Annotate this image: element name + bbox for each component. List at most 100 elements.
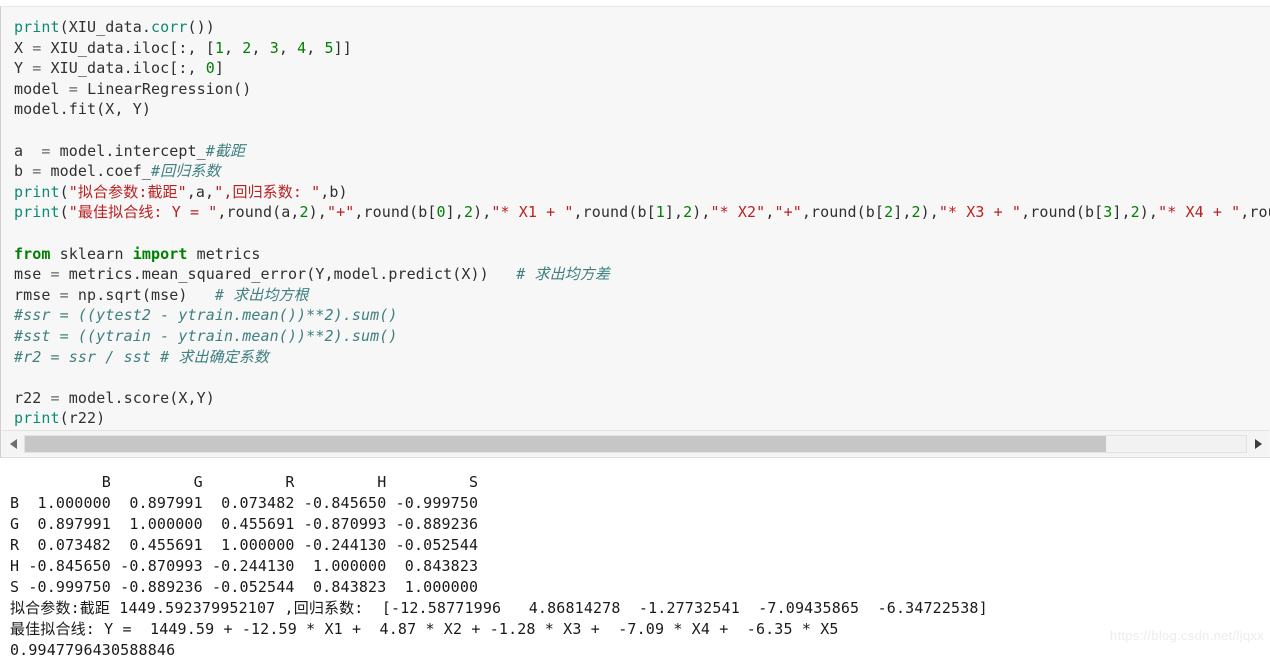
code-token-com: #截距 bbox=[205, 141, 246, 160]
code-token-op: = bbox=[59, 285, 69, 304]
code-token-str: "+" bbox=[774, 203, 802, 222]
code-token-plain: ), bbox=[308, 203, 327, 222]
code-token-num: 1 bbox=[214, 38, 225, 57]
scroll-right-button[interactable] bbox=[1247, 431, 1269, 456]
code-token-str: ",回归系数: " bbox=[214, 182, 321, 201]
code-token-str: "* X4 + " bbox=[1158, 203, 1241, 222]
code-token-plain: XIU_data.iloc[:, [ bbox=[41, 38, 215, 57]
code-token-plain: r22 bbox=[14, 388, 51, 407]
code-token-plain: ()) bbox=[187, 18, 215, 36]
code-token-str: "最佳拟合线: Y = " bbox=[68, 203, 218, 222]
code-token-plain: sklearn bbox=[50, 244, 133, 263]
code-token-com: #回归系数 bbox=[150, 162, 221, 181]
code-token-str: "* X3 + " bbox=[938, 203, 1022, 222]
code-token-str: "+" bbox=[326, 203, 355, 222]
code-token-plain: , bbox=[278, 38, 298, 57]
output-line: B G R H S bbox=[10, 473, 479, 491]
cell-output-area: B G R H S B 1.000000 0.897991 0.073482 -0… bbox=[0, 468, 1270, 661]
code-token-plain: ,b) bbox=[320, 182, 348, 201]
code-line: print("最佳拟合线: Y = ",round(a,2),"+",round… bbox=[14, 202, 1270, 223]
code-token-plain: ], bbox=[1112, 203, 1131, 222]
code-cell[interactable]: print(XIU_data.corr()) X = XIU_data.iloc[… bbox=[0, 6, 1270, 458]
code-token-plain: mse bbox=[14, 265, 51, 284]
code-line: #r2 = ssr / sst # 求出确定系数 bbox=[14, 347, 1270, 368]
code-token-com: # 求出均方根 bbox=[214, 285, 309, 304]
notebook-cell-screenshot: print(XIU_data.corr()) X = XIU_data.iloc[… bbox=[0, 0, 1270, 661]
code-token-fn: print bbox=[14, 203, 60, 222]
code-line: from sklearn import metrics bbox=[14, 244, 1270, 265]
code-token-plain: ), bbox=[473, 203, 492, 222]
code-token-plain: ,round(b[ bbox=[354, 203, 437, 222]
code-token-plain: metrics bbox=[187, 244, 261, 263]
code-token-plain: ), bbox=[920, 203, 939, 222]
code-token-str: "* X1 + " bbox=[491, 203, 574, 222]
code-line: #sst = ((ytrain - ytrain.mean())**2).sum… bbox=[14, 326, 1270, 347]
code-token-com: # 求出均方差 bbox=[516, 265, 610, 284]
horizontal-scrollbar[interactable] bbox=[2, 430, 1269, 456]
code-token-num: 5 bbox=[324, 38, 334, 57]
code-line: mse = metrics.mean_squared_error(Y,model… bbox=[14, 264, 1270, 285]
code-line: r22 = model.score(X,Y) bbox=[14, 388, 1270, 409]
code-token-op: = bbox=[41, 141, 51, 160]
code-token-plain: ,round(b[ bbox=[801, 203, 885, 222]
code-line: a = model.intercept_#截距 bbox=[14, 141, 1270, 162]
code-editor-area[interactable]: print(XIU_data.corr()) X = XIU_data.iloc[… bbox=[1, 7, 1270, 429]
code-token-plain: ], bbox=[445, 203, 464, 222]
code-token-plain: (r22) bbox=[59, 409, 106, 428]
code-token-plain: ), bbox=[1139, 203, 1159, 222]
code-token-plain: ], bbox=[893, 203, 912, 222]
code-line: model = LinearRegression() bbox=[14, 79, 1270, 100]
code-token-num: 1 bbox=[655, 203, 665, 222]
output-line: 最佳拟合线: Y = 1449.59 + -12.59 * X1 + 4.87 … bbox=[10, 620, 839, 638]
code-token-num: 0 bbox=[436, 203, 446, 222]
code-line: #ssr = ((ytest2 - ytrain.mean())**2).sum… bbox=[14, 305, 1270, 326]
code-token-plain: , bbox=[251, 38, 270, 57]
code-line: X = XIU_data.iloc[:, [1, 2, 3, 4, 5]] bbox=[14, 38, 1270, 59]
code-line: rmse = np.sqrt(mse) # 求出均方根 bbox=[14, 285, 1270, 306]
output-line: S -0.999750 -0.889236 -0.052544 0.843823… bbox=[10, 578, 479, 596]
code-token-op: = bbox=[68, 79, 78, 98]
code-line: print("拟合参数:截距",a,",回归系数: ",b) bbox=[14, 182, 1270, 203]
output-line: H -0.845650 -0.870993 -0.244130 1.000000… bbox=[10, 557, 479, 575]
code-line: model.fit(X, Y) bbox=[14, 99, 1270, 120]
code-token-plain: XIU_data.iloc[:, bbox=[41, 59, 206, 78]
code-token-num: 2 bbox=[1130, 203, 1140, 222]
code-token-plain: ( bbox=[59, 203, 69, 222]
code-token-fn: print bbox=[14, 182, 60, 201]
scroll-left-button[interactable] bbox=[2, 431, 24, 456]
triangle-left-icon bbox=[9, 438, 17, 449]
code-token-plain: model.coef_ bbox=[41, 162, 151, 181]
output-line: G 0.897991 1.000000 0.455691 -0.870993 -… bbox=[10, 515, 479, 533]
code-token-plain: ,a, bbox=[186, 182, 215, 201]
watermark: https://blog.csdn.net/ljqxx bbox=[1109, 628, 1264, 643]
output-line: R 0.073482 0.455691 1.000000 -0.244130 -… bbox=[10, 536, 479, 554]
code-token-fn: print bbox=[14, 18, 60, 36]
code-token-plain: model bbox=[14, 79, 69, 98]
code-token-plain: , bbox=[306, 38, 325, 57]
code-token-plain: ], bbox=[664, 203, 684, 222]
scrollbar-track[interactable] bbox=[24, 434, 1247, 453]
code-token-plain: ,round(a, bbox=[217, 203, 300, 222]
code-token-plain: ]] bbox=[333, 38, 352, 57]
code-line: print(XIU_data.corr()) bbox=[14, 17, 1270, 38]
code-token-plain: model.score(X,Y) bbox=[59, 388, 215, 407]
output-line: B 1.000000 0.897991 0.073482 -0.845650 -… bbox=[10, 494, 479, 512]
code-token-num: 4 bbox=[297, 38, 307, 57]
code-token-plain: (XIU_data. bbox=[59, 18, 151, 36]
code-token-com: #sst = ((ytrain - ytrain.mean())**2).sum… bbox=[14, 326, 398, 345]
scrollbar-thumb[interactable] bbox=[25, 435, 1106, 452]
code-token-str: "* X2" bbox=[710, 203, 766, 222]
triangle-right-icon bbox=[1254, 438, 1262, 449]
code-token-plain: , bbox=[224, 38, 243, 57]
code-token-plain: ( bbox=[59, 182, 69, 201]
code-token-plain: X bbox=[14, 38, 33, 57]
code-token-num: 2 bbox=[884, 203, 894, 222]
code-token-plain: model.intercept_ bbox=[50, 141, 206, 160]
code-token-com: #ssr = ((ytest2 - ytrain.mean())**2).sum… bbox=[14, 306, 398, 325]
code-token-plain: LinearRegression() bbox=[77, 79, 252, 98]
output-line: 拟合参数:截距 1449.592379952107 ,回归系数: [-12.58… bbox=[10, 599, 988, 617]
code-token-num: 2 bbox=[683, 203, 693, 222]
